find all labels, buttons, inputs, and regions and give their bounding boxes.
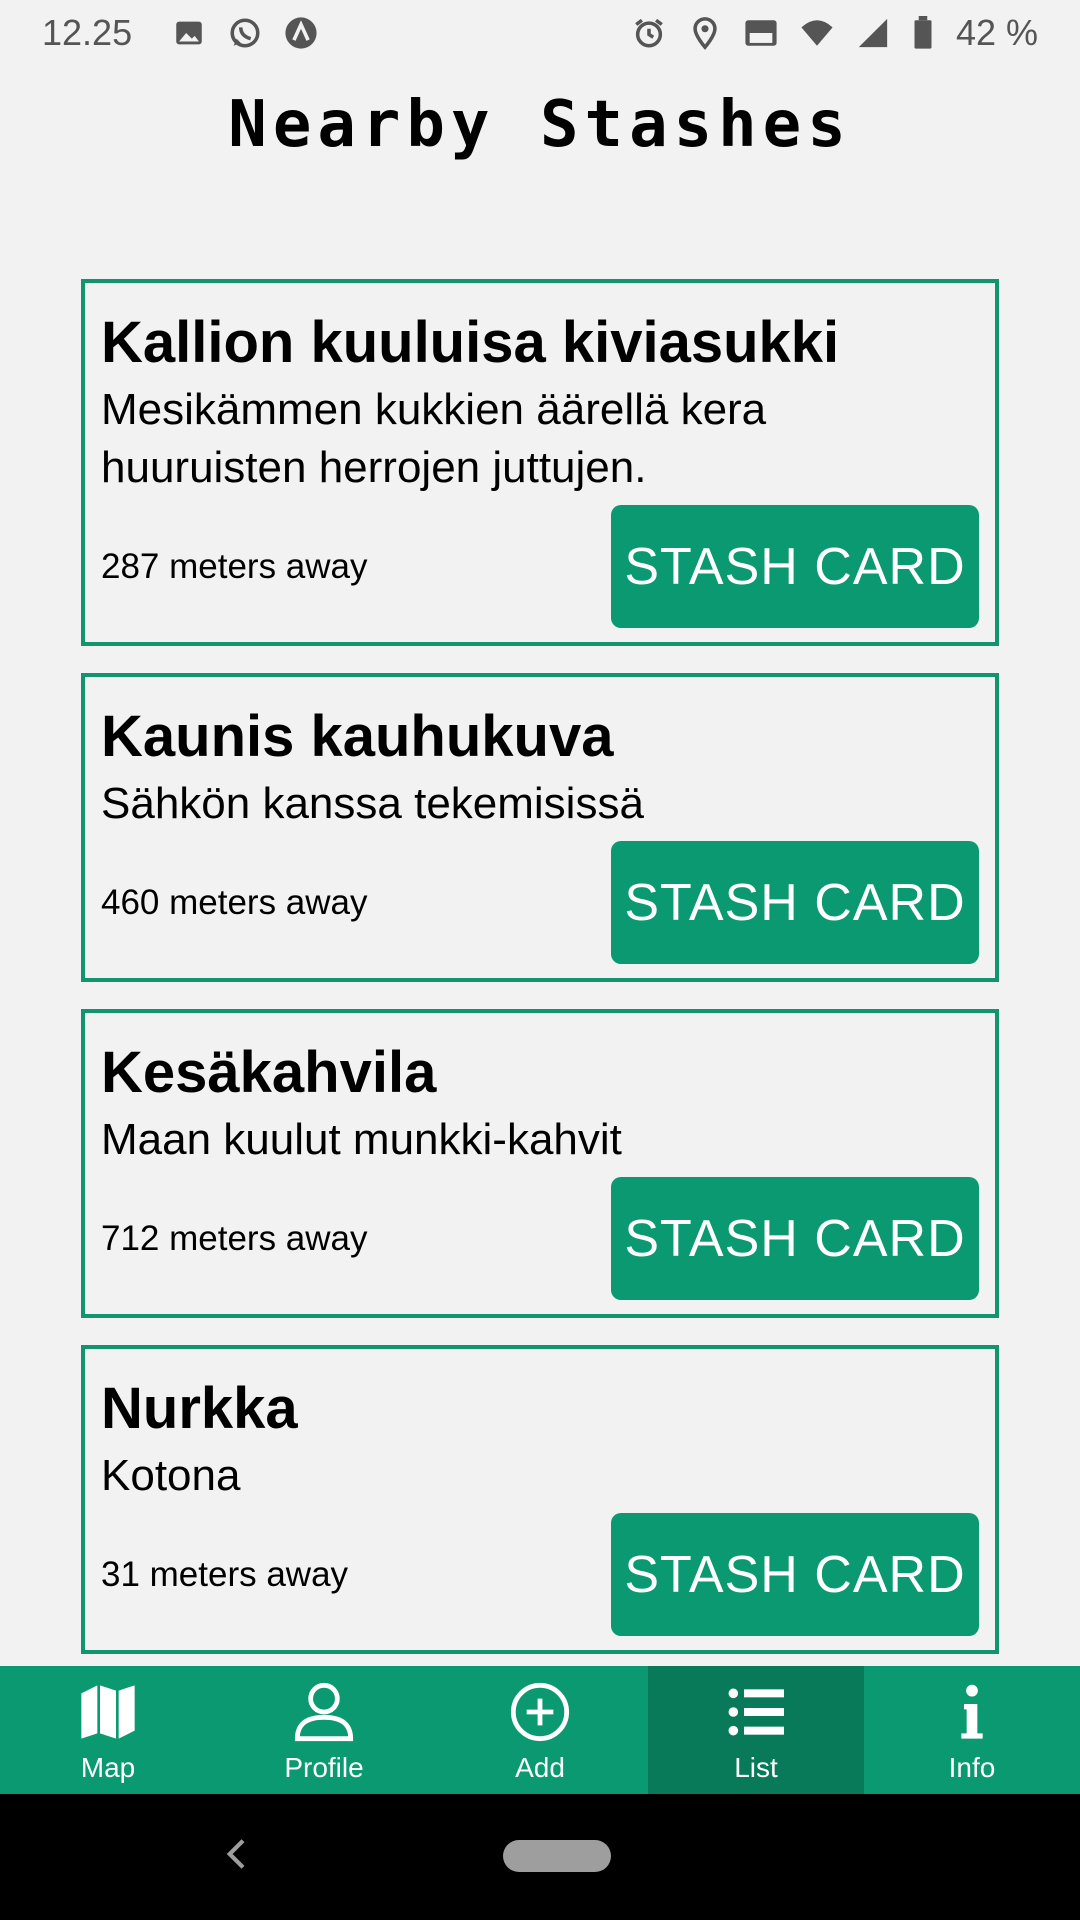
nav-item-profile[interactable]: Profile xyxy=(216,1666,432,1794)
nav-item-add[interactable]: Add xyxy=(432,1666,648,1794)
nav-label: Profile xyxy=(284,1752,364,1783)
location-icon xyxy=(688,16,722,50)
whatsapp-icon xyxy=(228,16,262,50)
stash-distance: 712 meters away xyxy=(101,1218,368,1258)
stash-card: Kesäkahvila Maan kuulut munkki-kahvit 71… xyxy=(81,1009,999,1318)
stash-description: Kotona xyxy=(101,1451,241,1500)
wifi-icon xyxy=(800,16,834,50)
back-icon[interactable] xyxy=(218,1834,258,1874)
stash-list: Kallion kuuluisa kiviasukki Mesikämmen k… xyxy=(81,279,999,1681)
system-nav-bar xyxy=(0,1794,1080,1920)
stash-card-button[interactable]: STASH CARD xyxy=(611,1177,979,1300)
stash-title: Nurkka xyxy=(101,1376,298,1441)
stash-card: Nurkka Kotona 31 meters away STASH CARD xyxy=(81,1345,999,1654)
profile-icon xyxy=(292,1680,356,1744)
battery-icon xyxy=(912,16,934,50)
stash-description: Sähkön kanssa tekemisissä xyxy=(101,779,644,828)
stash-card: Kallion kuuluisa kiviasukki Mesikämmen k… xyxy=(81,279,999,646)
volte-icon xyxy=(744,16,778,50)
nav-item-list[interactable]: List xyxy=(648,1666,864,1794)
map-icon xyxy=(76,1680,140,1744)
nav-label: Add xyxy=(515,1752,565,1783)
stash-card-button[interactable]: STASH CARD xyxy=(611,505,979,628)
status-bar: 12.25 42 % xyxy=(0,0,1080,66)
bottom-nav: Map Profile Add List Info xyxy=(0,1666,1080,1794)
info-icon xyxy=(940,1680,1004,1744)
stash-distance: 460 meters away xyxy=(101,882,368,922)
nav-label: List xyxy=(734,1752,778,1783)
nav-item-map[interactable]: Map xyxy=(0,1666,216,1794)
stash-description: Mesikämmen kukkien äärellä kera huuruist… xyxy=(101,385,767,492)
stash-title: Kaunis kauhukuva xyxy=(101,704,614,769)
stash-card-button[interactable]: STASH CARD xyxy=(611,841,979,964)
stash-card: Kaunis kauhukuva Sähkön kanssa tekemisis… xyxy=(81,673,999,982)
signal-icon xyxy=(856,16,890,50)
stash-description: Maan kuulut munkki-kahvit xyxy=(101,1115,622,1164)
stash-card-button[interactable]: STASH CARD xyxy=(611,1513,979,1636)
app-icon xyxy=(284,16,318,50)
home-button[interactable] xyxy=(503,1840,611,1872)
image-icon xyxy=(172,16,206,50)
stash-title: Kallion kuuluisa kiviasukki xyxy=(101,310,840,375)
nav-label: Map xyxy=(80,1752,136,1783)
stash-distance: 287 meters away xyxy=(101,546,368,586)
add-icon xyxy=(508,1680,572,1744)
stash-distance: 31 meters away xyxy=(101,1554,349,1594)
battery-level: 42 % xyxy=(955,12,1038,53)
nav-label: Info xyxy=(948,1752,996,1783)
page-title: Nearby Stashes xyxy=(228,88,852,162)
list-icon xyxy=(724,1680,788,1744)
nav-item-info[interactable]: Info xyxy=(864,1666,1080,1794)
alarm-icon xyxy=(632,16,666,50)
status-time: 12.25 xyxy=(42,12,133,53)
stash-title: Kesäkahvila xyxy=(101,1040,437,1105)
